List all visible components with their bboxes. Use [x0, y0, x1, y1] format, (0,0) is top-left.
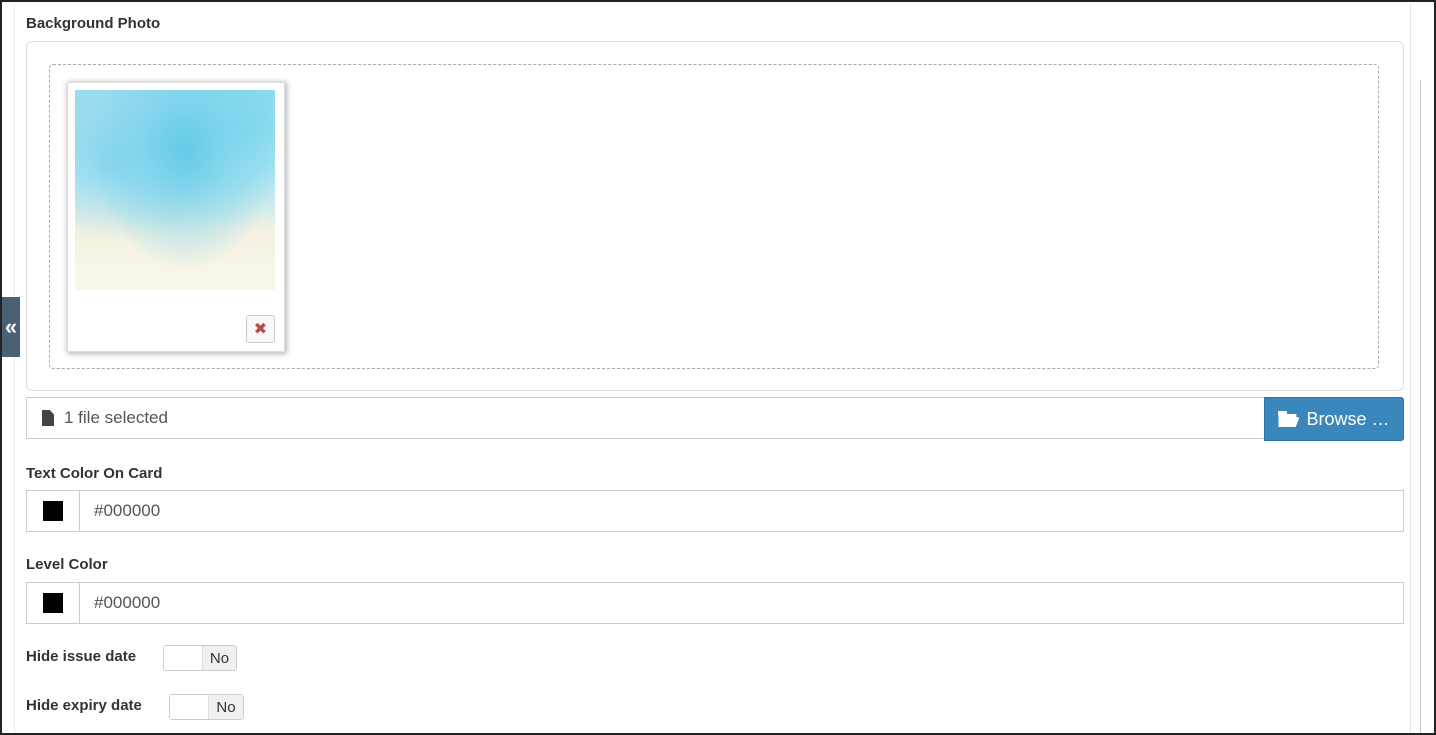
- toggle-knob: [170, 695, 208, 719]
- text-color-swatch: [43, 501, 63, 521]
- file-input-group: 1 file selected Browse …: [26, 397, 1404, 441]
- image-preview-card: ✖: [67, 82, 285, 352]
- file-caption[interactable]: 1 file selected: [26, 397, 1265, 439]
- folder-open-icon: [1278, 411, 1299, 427]
- hide-issue-date-state: No: [202, 646, 236, 670]
- settings-panel: « Background Photo ✖ 1 file selected Bro…: [0, 0, 1436, 735]
- level-color-input[interactable]: [80, 583, 1403, 623]
- double-chevron-left-icon: «: [4, 314, 18, 339]
- scrollbar-track[interactable]: [1410, 4, 1430, 733]
- hide-issue-date-label: Hide issue date: [26, 648, 137, 665]
- text-color-swatch-button[interactable]: [27, 491, 80, 531]
- file-icon: [42, 410, 54, 426]
- hide-issue-date-toggle[interactable]: No: [163, 645, 237, 671]
- text-color-label: Text Color On Card: [26, 465, 163, 482]
- hide-expiry-date-state: No: [208, 695, 243, 719]
- scrollbar-thumb[interactable]: [1420, 80, 1421, 733]
- level-color-picker: [26, 582, 1404, 624]
- close-icon: ✖: [253, 321, 268, 338]
- browse-button[interactable]: Browse …: [1264, 397, 1404, 441]
- sidebar-collapse-button[interactable]: «: [2, 297, 20, 357]
- background-photo-thumbnail: [75, 90, 275, 290]
- remove-file-button[interactable]: ✖: [246, 315, 275, 343]
- file-caption-text: 1 file selected: [64, 408, 168, 427]
- level-color-swatch-button[interactable]: [27, 583, 80, 623]
- left-gutter-line: [14, 4, 15, 733]
- file-preview-container: ✖: [26, 41, 1404, 391]
- background-photo-label: Background Photo: [26, 15, 161, 32]
- browse-button-label: Browse …: [1306, 408, 1390, 429]
- hide-expiry-date-label: Hide expiry date: [26, 697, 142, 714]
- hide-expiry-date-toggle[interactable]: No: [169, 694, 244, 720]
- toggle-knob: [164, 646, 202, 670]
- level-color-label: Level Color: [26, 556, 108, 573]
- text-color-picker: [26, 490, 1404, 532]
- file-drop-zone[interactable]: ✖: [49, 64, 1379, 369]
- text-color-input[interactable]: [80, 491, 1403, 531]
- level-color-swatch: [43, 593, 63, 613]
